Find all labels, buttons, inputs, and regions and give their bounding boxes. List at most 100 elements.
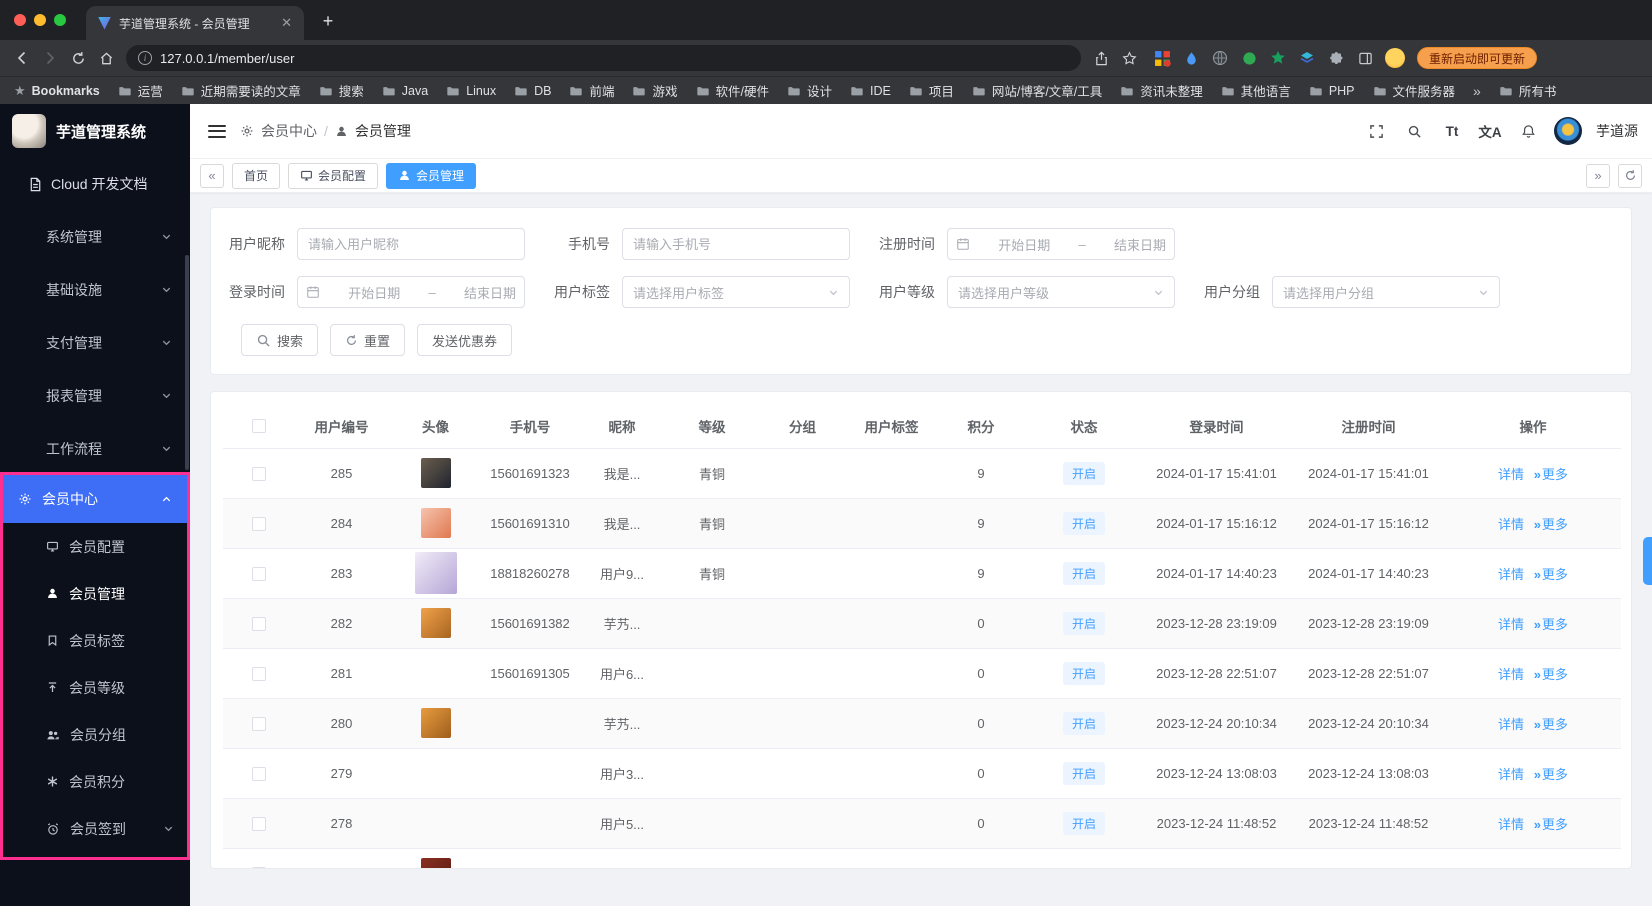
more-link[interactable]: »更多 [1534, 667, 1568, 682]
locale-icon[interactable]: 文A [1478, 119, 1502, 143]
bookmark-folder[interactable]: IDE [850, 84, 891, 98]
bookmark-folder[interactable]: 软件/硬件 [696, 81, 769, 100]
extension-green-dot-icon[interactable] [1240, 49, 1258, 67]
sidebar-group[interactable]: 系统管理 [0, 210, 190, 263]
register-time-range-picker[interactable]: 开始日期 – 结束日期 [947, 228, 1175, 260]
bell-icon[interactable] [1516, 119, 1540, 143]
detail-link[interactable]: 详情 [1498, 667, 1524, 682]
sidebar-group[interactable]: 报表管理 [0, 369, 190, 422]
extension-layers-icon[interactable] [1298, 49, 1316, 67]
bookmark-folder[interactable]: 其他语言 [1221, 81, 1291, 100]
more-link[interactable]: »更多 [1534, 817, 1568, 832]
sidebar-scrollbar[interactable] [185, 255, 189, 470]
detail-link[interactable]: 详情 [1498, 617, 1524, 632]
sidebar-group[interactable]: 工作流程 [0, 422, 190, 475]
bookmark-folder-overflow[interactable]: 所有书 [1499, 81, 1556, 100]
row-checkbox[interactable] [252, 716, 266, 731]
page-tag[interactable]: 会员配置 [288, 162, 379, 189]
reset-button[interactable]: 重置 [330, 324, 406, 356]
extensions-puzzle-icon[interactable] [1327, 49, 1345, 67]
extension-globe-icon[interactable] [1211, 49, 1229, 67]
bookmark-folder[interactable]: 网站/博客/文章/工具 [972, 81, 1102, 100]
page-tag[interactable]: 首页 [232, 162, 281, 189]
bookmark-folder[interactable]: 前端 [569, 81, 614, 100]
bookmarks-root[interactable]: ★ Bookmarks [14, 83, 100, 99]
login-time-range-picker[interactable]: 开始日期 – 结束日期 [297, 276, 525, 308]
back-icon[interactable] [8, 44, 36, 72]
bookmark-folder[interactable]: Linux [446, 84, 496, 98]
sidebar-group[interactable]: 基础设施 [0, 263, 190, 316]
extension-grid-icon[interactable] [1153, 49, 1171, 67]
search-button[interactable]: 搜索 [241, 324, 319, 356]
bookmark-folder[interactable]: 资讯未整理 [1120, 81, 1203, 100]
row-checkbox[interactable] [252, 666, 266, 681]
bookmark-folder[interactable]: 设计 [787, 81, 832, 100]
sidebar-item-member-center[interactable]: 会员中心 [0, 475, 190, 523]
address-bar[interactable]: i 127.0.0.1/member/user [126, 45, 1081, 71]
tab-close-icon[interactable]: ✕ [277, 15, 296, 31]
send-coupon-button[interactable]: 发送优惠券 [417, 324, 513, 356]
fullscreen-icon[interactable] [1364, 119, 1388, 143]
sidebar-subitem[interactable]: 会员标签 [0, 617, 190, 664]
more-link[interactable]: »更多 [1534, 617, 1568, 632]
user-tag-select[interactable]: 请选择用户标签 [622, 276, 850, 308]
app-logo-row[interactable]: 芋道管理系统 [0, 104, 190, 158]
extension-star-icon[interactable] [1269, 49, 1287, 67]
reload-icon[interactable] [64, 44, 92, 72]
detail-link[interactable]: 详情 [1498, 767, 1524, 782]
share-icon[interactable] [1087, 44, 1115, 72]
bookmark-star-icon[interactable] [1115, 44, 1143, 72]
row-checkbox[interactable] [252, 816, 266, 831]
search-icon[interactable] [1402, 119, 1426, 143]
user-level-select[interactable]: 请选择用户等级 [947, 276, 1175, 308]
bookmark-folder[interactable]: 运营 [118, 81, 163, 100]
row-checkbox[interactable] [252, 516, 266, 531]
collapse-menu-icon[interactable] [208, 124, 226, 138]
more-link[interactable]: »更多 [1534, 467, 1568, 482]
sidebar-subitem[interactable]: 会员管理 [0, 570, 190, 617]
side-panel-icon[interactable] [1356, 49, 1374, 67]
detail-link[interactable]: 详情 [1498, 567, 1524, 582]
bookmarks-overflow-chevron[interactable]: » [1473, 83, 1481, 99]
detail-link[interactable]: 详情 [1498, 717, 1524, 732]
detail-link[interactable]: 详情 [1498, 817, 1524, 832]
user-group-select[interactable]: 请选择用户分组 [1272, 276, 1500, 308]
forward-icon[interactable] [36, 44, 64, 72]
sidebar-subitem[interactable]: 会员配置 [0, 523, 190, 570]
user-avatar[interactable] [1554, 117, 1582, 145]
detail-link[interactable]: 详情 [1498, 467, 1524, 482]
profile-avatar[interactable] [1385, 48, 1405, 68]
user-name[interactable]: 芋道源 [1596, 121, 1638, 141]
tags-scroll-left-icon[interactable]: « [200, 163, 224, 188]
more-link[interactable]: »更多 [1534, 717, 1568, 732]
minimize-window-button[interactable] [34, 14, 46, 26]
bookmark-folder[interactable]: 近期需要读的文章 [181, 81, 301, 100]
row-checkbox[interactable] [252, 566, 266, 581]
floating-drag-handle[interactable] [1643, 537, 1652, 585]
bookmark-folder[interactable]: 文件服务器 [1373, 81, 1455, 100]
more-link[interactable]: »更多 [1534, 517, 1568, 532]
select-all-checkbox[interactable] [252, 419, 266, 434]
row-checkbox[interactable] [252, 466, 266, 481]
row-checkbox[interactable] [252, 866, 266, 868]
new-tab-button[interactable]: + [316, 11, 340, 32]
bookmark-folder[interactable]: PHP [1309, 84, 1355, 98]
bookmark-folder[interactable]: DB [514, 84, 551, 98]
row-checkbox[interactable] [252, 766, 266, 781]
url-text[interactable]: 127.0.0.1/member/user [160, 51, 1069, 66]
detail-link[interactable]: 详情 [1498, 517, 1524, 532]
sidebar-subitem[interactable]: 会员积分 [0, 758, 190, 805]
tags-scroll-right-icon[interactable]: » [1586, 163, 1610, 188]
extension-drop-icon[interactable] [1182, 49, 1200, 67]
home-icon[interactable] [92, 44, 120, 72]
row-checkbox[interactable] [252, 616, 266, 631]
sidebar-item-cloud-docs[interactable]: Cloud 开发文档 [0, 158, 190, 210]
maximize-window-button[interactable] [54, 14, 66, 26]
breadcrumb-root[interactable]: 会员中心 [261, 121, 317, 141]
browser-tab[interactable]: 芋道管理系统 - 会员管理 ✕ [86, 6, 304, 40]
tags-refresh-icon[interactable] [1618, 163, 1642, 188]
bookmark-folder[interactable]: Java [382, 84, 428, 98]
sidebar-subitem[interactable]: 会员等级 [0, 664, 190, 711]
sidebar-group[interactable]: 支付管理 [0, 316, 190, 369]
sidebar-subitem[interactable]: 会员分组 [0, 711, 190, 758]
